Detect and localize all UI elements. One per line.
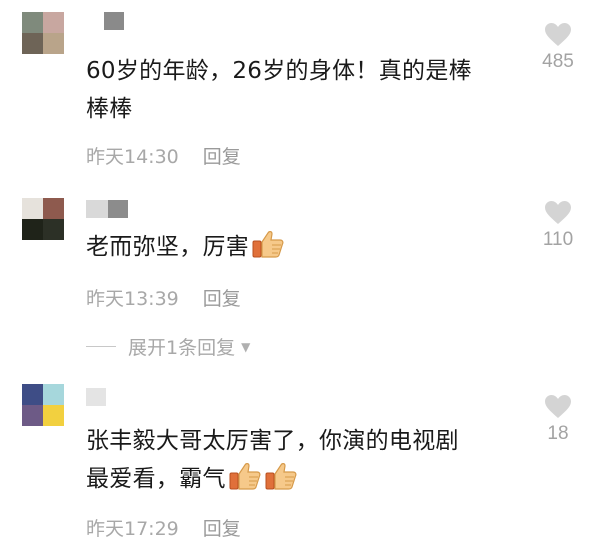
username[interactable] bbox=[86, 200, 128, 218]
expand-replies-label: 展开1条回复 bbox=[128, 337, 236, 359]
comment-text: 老而弥坚，厉害 bbox=[86, 228, 526, 271]
comment-time: 昨天17:29 bbox=[86, 518, 179, 540]
heart-icon bbox=[545, 23, 571, 46]
like-button[interactable]: 485 bbox=[530, 22, 586, 73]
divider bbox=[86, 346, 116, 347]
comment-time: 昨天13:39 bbox=[86, 288, 179, 310]
username[interactable] bbox=[86, 388, 106, 406]
username[interactable] bbox=[86, 12, 124, 30]
chevron-down-icon: ▼ bbox=[241, 339, 251, 354]
reply-button[interactable]: 回复 bbox=[203, 142, 241, 169]
heart-icon bbox=[545, 201, 571, 224]
avatar[interactable] bbox=[22, 198, 64, 240]
reply-button[interactable]: 回复 bbox=[203, 514, 241, 541]
comment-text: 张丰毅大哥太厉害了，你演的电视剧 最爱看，霸气 bbox=[86, 422, 526, 503]
expand-replies-button[interactable]: 展开1条回复 ▼ bbox=[86, 333, 250, 360]
like-count: 110 bbox=[542, 229, 574, 250]
like-button[interactable]: 18 bbox=[530, 394, 586, 445]
avatar[interactable] bbox=[22, 12, 64, 54]
comment-text: 60岁的年龄，26岁的身体！真的是棒 棒棒 bbox=[86, 58, 472, 122]
reply-button[interactable]: 回复 bbox=[203, 284, 241, 311]
like-button[interactable]: 110 bbox=[530, 200, 586, 251]
like-count: 485 bbox=[542, 51, 574, 72]
thumbs-up-icon bbox=[251, 229, 285, 271]
heart-icon bbox=[545, 395, 571, 418]
thumbs-up-icon bbox=[264, 461, 298, 503]
like-count: 18 bbox=[547, 423, 569, 444]
comment-time: 昨天14:30 bbox=[86, 146, 179, 168]
thumbs-up-icon bbox=[228, 461, 262, 503]
avatar[interactable] bbox=[22, 384, 64, 426]
